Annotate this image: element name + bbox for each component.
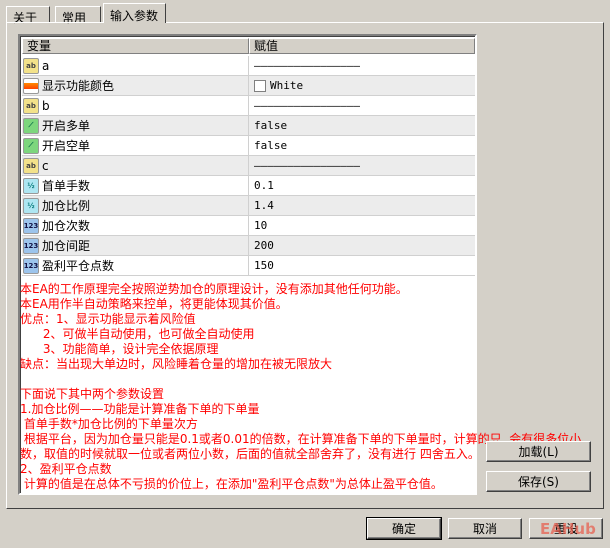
param-name-cell: 显示功能颜色 bbox=[22, 76, 249, 95]
param-name: 加仓间距 bbox=[42, 239, 91, 253]
string-type-icon: ab bbox=[23, 57, 39, 74]
table-row[interactable]: 123 加仓间距 200 bbox=[22, 236, 475, 256]
param-name-cell: 123 盈利平仓点数 bbox=[22, 256, 249, 275]
param-name: 盈利平仓点数 bbox=[42, 259, 115, 273]
column-variable[interactable]: 变量 bbox=[22, 38, 249, 54]
table-row[interactable]: 显示功能颜色 White bbox=[22, 76, 475, 96]
param-name: c bbox=[42, 158, 49, 173]
integer-type-icon: 123 bbox=[23, 217, 39, 234]
param-name-cell: 123 加仓次数 bbox=[22, 216, 249, 235]
param-name: 开启多单 bbox=[42, 119, 91, 133]
double-type-icon: ½ bbox=[23, 197, 39, 214]
integer-type-icon: 123 bbox=[23, 237, 39, 254]
param-name-cell: ⟋ 开启多单 bbox=[22, 116, 249, 135]
description-line: 2、可做半自动使用，也可做全自动使用 bbox=[20, 327, 255, 341]
param-value-cell[interactable]: 1.4 bbox=[249, 196, 475, 215]
param-name: 加仓比例 bbox=[42, 199, 91, 213]
integer-type-icon: 123 bbox=[23, 257, 39, 274]
table-row[interactable]: ⟋ 开启空单 false bbox=[22, 136, 475, 156]
save-button[interactable]: 保存(S) bbox=[486, 471, 591, 492]
param-name-cell: ab b bbox=[22, 96, 249, 115]
param-name: 显示功能颜色 bbox=[42, 79, 115, 93]
param-value: 150 bbox=[254, 259, 274, 272]
param-value: ———————————————— bbox=[254, 59, 360, 72]
param-value: ———————————————— bbox=[254, 159, 360, 172]
param-value: false bbox=[254, 119, 288, 132]
table-row[interactable]: ab a ———————————————— bbox=[22, 56, 475, 76]
param-value-cell[interactable]: 200 bbox=[249, 236, 475, 255]
param-value: 10 bbox=[254, 219, 268, 232]
param-value-cell[interactable]: false bbox=[249, 116, 475, 135]
param-value-cell[interactable]: ———————————————— bbox=[249, 56, 475, 75]
string-type-icon: ab bbox=[23, 157, 39, 174]
param-name: 首单手数 bbox=[42, 179, 91, 193]
table-header: 变量 赋值 bbox=[22, 38, 475, 54]
parameters-table: 变量 赋值 ab a ———————————————— 显示功能颜色 White ab b —… bbox=[18, 34, 581, 495]
tab-about[interactable]: 关于 bbox=[6, 6, 50, 25]
param-value: White bbox=[270, 79, 304, 92]
table-row[interactable]: ½ 首单手数 0.1 bbox=[22, 176, 475, 196]
description-line: 优点：1、显示功能显示着风险值 bbox=[20, 312, 196, 326]
double-type-icon: ½ bbox=[23, 177, 39, 194]
param-name-cell: ⟋ 开启空单 bbox=[22, 136, 249, 155]
param-value-cell[interactable]: White bbox=[249, 76, 475, 95]
description-line: 首单手数*加仓比例的下单量次方 bbox=[20, 417, 198, 431]
tab-inputs[interactable]: 输入参数 bbox=[103, 3, 166, 23]
string-type-icon: ab bbox=[23, 97, 39, 114]
param-value-cell[interactable]: 150 bbox=[249, 256, 475, 275]
table-row[interactable]: ⟋ 开启多单 false bbox=[22, 116, 475, 136]
param-name: a bbox=[42, 58, 50, 73]
bool-type-icon: ⟋ bbox=[23, 137, 39, 154]
param-name: 开启空单 bbox=[42, 139, 91, 153]
param-value: false bbox=[254, 139, 288, 152]
description-line bbox=[20, 372, 610, 387]
param-value-cell[interactable]: 0.1 bbox=[249, 176, 475, 195]
param-name-cell: 123 加仓间距 bbox=[22, 236, 249, 255]
ok-button[interactable]: 确定 bbox=[366, 517, 442, 540]
param-value-cell[interactable]: false bbox=[249, 136, 475, 155]
description-line: 1.加仓比例——功能是计算准备下单的下单量 bbox=[20, 402, 260, 416]
description-line: 本EA的工作原理完全按照逆势加仓的原理设计，没有添加其他任何功能。 bbox=[20, 282, 408, 296]
cancel-button[interactable]: 取消 bbox=[448, 518, 522, 539]
param-value-cell[interactable]: ———————————————— bbox=[249, 156, 475, 175]
param-name-cell: ½ 首单手数 bbox=[22, 176, 249, 195]
param-name-cell: ab a bbox=[22, 56, 249, 75]
load-button[interactable]: 加载(L) bbox=[486, 441, 591, 462]
param-name-cell: ab c bbox=[22, 156, 249, 175]
column-value[interactable]: 赋值 bbox=[249, 38, 475, 54]
param-value: 200 bbox=[254, 239, 274, 252]
table-row[interactable]: ab c ———————————————— bbox=[22, 156, 475, 176]
param-name: 加仓次数 bbox=[42, 219, 91, 233]
color-swatch bbox=[254, 79, 266, 92]
table-row[interactable]: 123 盈利平仓点数 150 bbox=[22, 256, 475, 276]
color-type-icon bbox=[23, 77, 39, 94]
param-name-cell: ½ 加仓比例 bbox=[22, 196, 249, 215]
description-line: 本EA用作半自动策略来控单，将更能体现其价值。 bbox=[20, 297, 288, 311]
description-line: 下面说下其中两个参数设置 bbox=[20, 387, 165, 401]
table-row[interactable]: ab b ———————————————— bbox=[22, 96, 475, 116]
watermark-logo: EAHub bbox=[540, 520, 596, 538]
param-name: b bbox=[42, 98, 50, 113]
table-row[interactable]: ½ 加仓比例 1.4 bbox=[22, 196, 475, 216]
description-line: 3、功能简单，设计完全依据原理 bbox=[20, 342, 219, 356]
param-value: ———————————————— bbox=[254, 99, 360, 112]
param-value: 1.4 bbox=[254, 199, 274, 212]
table-row[interactable]: 123 加仓次数 10 bbox=[22, 216, 475, 236]
param-value: 0.1 bbox=[254, 179, 274, 192]
param-value-cell[interactable]: 10 bbox=[249, 216, 475, 235]
tab-common[interactable]: 常用 bbox=[55, 6, 101, 25]
bool-type-icon: ⟋ bbox=[23, 117, 39, 134]
description-line: 缺点：当出现大单边时，风险睡着仓量的增加在被无限放大 bbox=[20, 357, 333, 371]
param-value-cell[interactable]: ———————————————— bbox=[249, 96, 475, 115]
